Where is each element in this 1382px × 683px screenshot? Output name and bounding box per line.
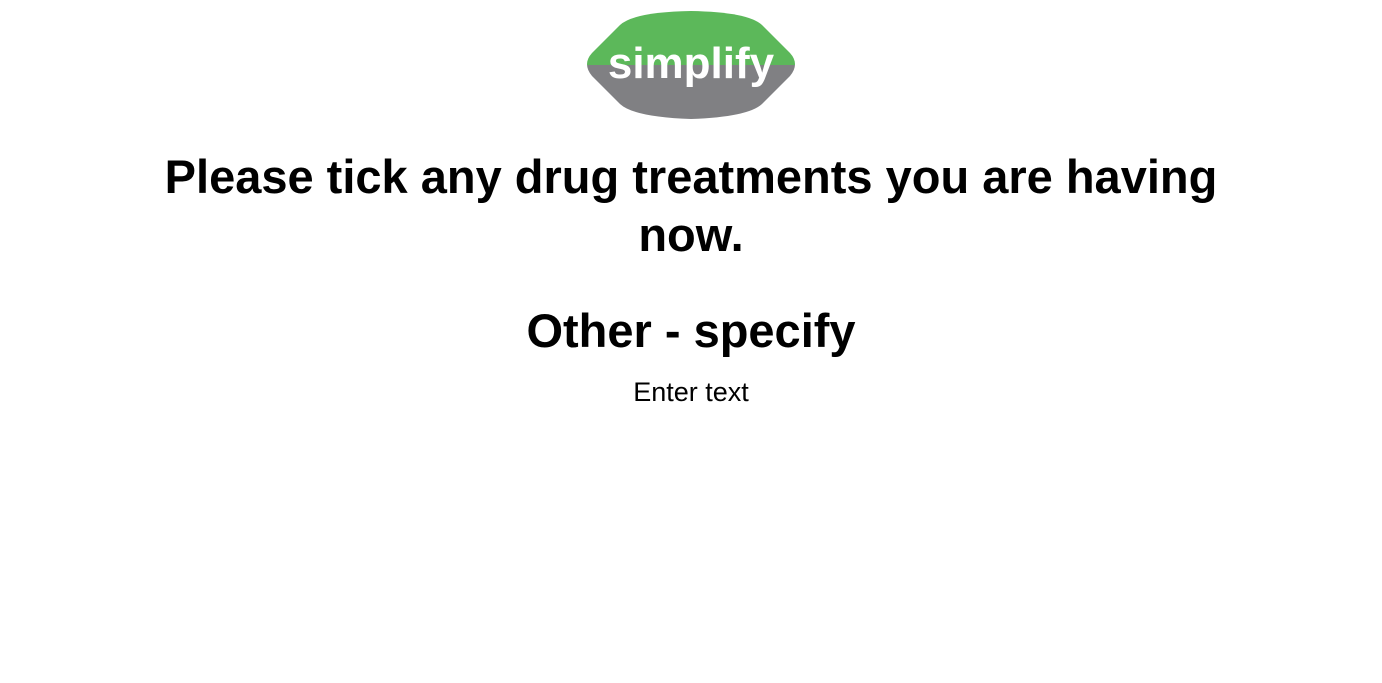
- logo-text: simplify: [608, 39, 775, 88]
- logo-badge-icon: simplify: [587, 11, 795, 119]
- simplify-logo: simplify: [582, 9, 800, 120]
- other-specify-input[interactable]: [541, 374, 841, 410]
- option-label: Other - specify: [526, 304, 856, 357]
- survey-page: simplify Please tick any drug treatments…: [0, 0, 1382, 683]
- question-title: Please tick any drug treatments you are …: [164, 150, 1218, 261]
